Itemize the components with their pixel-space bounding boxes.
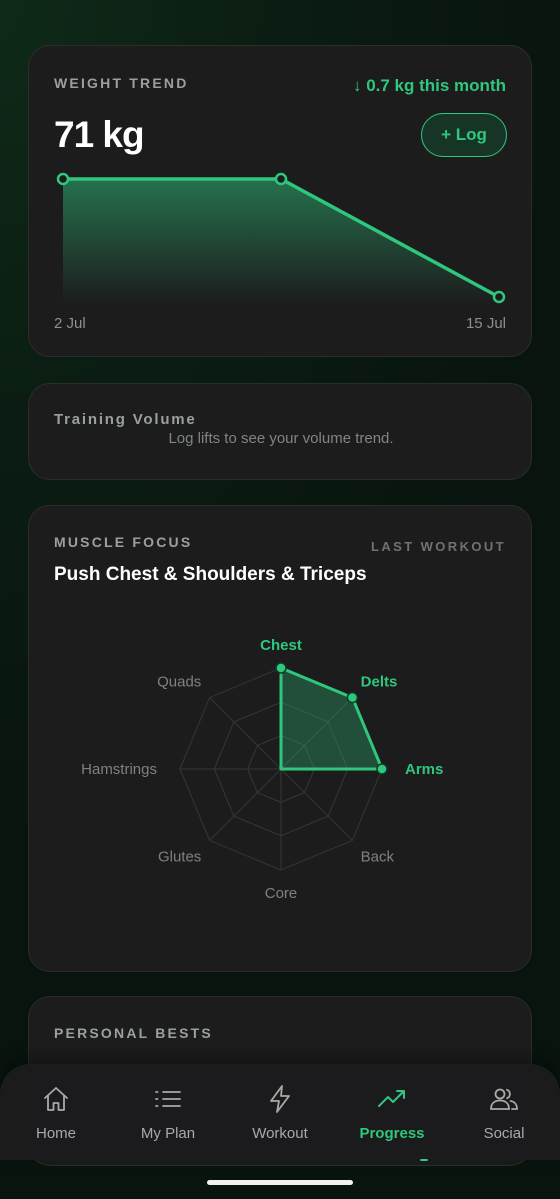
training-volume-card[interactable]: Training Volume Log lifts to see your vo… — [28, 383, 532, 480]
current-weight: 71 kg — [54, 114, 145, 155]
tab-home-label: Home — [35, 1125, 76, 1142]
radar-spoke — [209, 697, 282, 770]
radar-label-delts: Delts — [361, 673, 398, 690]
weight-delta: ↓ 0.7 kg this month — [352, 76, 506, 95]
bottom-tab-bar: Home My Plan Workout Progress Social — [0, 1064, 560, 1160]
active-tab-indicator — [420, 1159, 428, 1161]
radar-point — [346, 691, 359, 704]
radar-point — [275, 662, 287, 674]
weight-point — [492, 290, 506, 304]
tab-workout[interactable]: Workout — [224, 1064, 336, 1160]
radar-spoke — [280, 768, 353, 841]
start-date-label: 2 Jul — [54, 315, 86, 332]
tab-progress[interactable]: Progress — [336, 1064, 448, 1160]
radar-spoke — [209, 768, 282, 841]
weight-area — [63, 179, 499, 304]
radar-label-back: Back — [361, 849, 395, 866]
radar-label-quads: Quads — [157, 673, 201, 690]
end-date-label: 15 Jul — [465, 315, 506, 332]
tab-workout-label: Workout — [252, 1125, 308, 1142]
weight-trend-card: WEIGHT TREND ↓ 0.7 kg this month 71 kg +… — [28, 45, 532, 357]
list-icon — [155, 1091, 181, 1107]
muscle-radar-chart: Chest Delts Arms Back Core Glutes Hamstrings Qu… — [81, 637, 443, 902]
training-volume-empty-message: Log lifts to see your volume trend. — [168, 430, 394, 447]
muscle-focus-card: MUSCLE FOCUS LAST WORKOUT Push Chest & S… — [28, 505, 532, 972]
weight-point — [274, 172, 288, 186]
radar-label-hamstrings: Hamstrings — [81, 761, 157, 778]
trend-up-icon — [378, 1090, 405, 1107]
tab-social-label: Social — [483, 1125, 525, 1142]
weight-trend-label: WEIGHT TREND — [54, 75, 189, 91]
tab-social[interactable]: Social — [448, 1064, 560, 1160]
tab-my-plan[interactable]: My Plan — [112, 1064, 224, 1160]
radar-label-arms: Arms — [405, 761, 443, 778]
tab-my-plan-label: My Plan — [140, 1125, 196, 1142]
log-weight-button[interactable]: + Log — [421, 113, 507, 157]
tab-home[interactable]: Home — [0, 1064, 112, 1160]
radar-point — [376, 763, 388, 775]
weight-point — [56, 172, 70, 186]
radar-label-glutes: Glutes — [158, 849, 201, 866]
tab-progress-label: Progress — [359, 1125, 425, 1142]
training-volume-title: Training Volume — [54, 411, 197, 428]
personal-bests-label: PERSONAL BESTS — [54, 1025, 213, 1041]
radar-label-chest: Chest — [260, 637, 302, 654]
home-icon — [44, 1087, 68, 1111]
people-icon — [490, 1088, 518, 1110]
lightning-icon — [270, 1085, 290, 1113]
radar-label-core: Core — [265, 885, 298, 902]
home-indicator — [207, 1180, 353, 1185]
